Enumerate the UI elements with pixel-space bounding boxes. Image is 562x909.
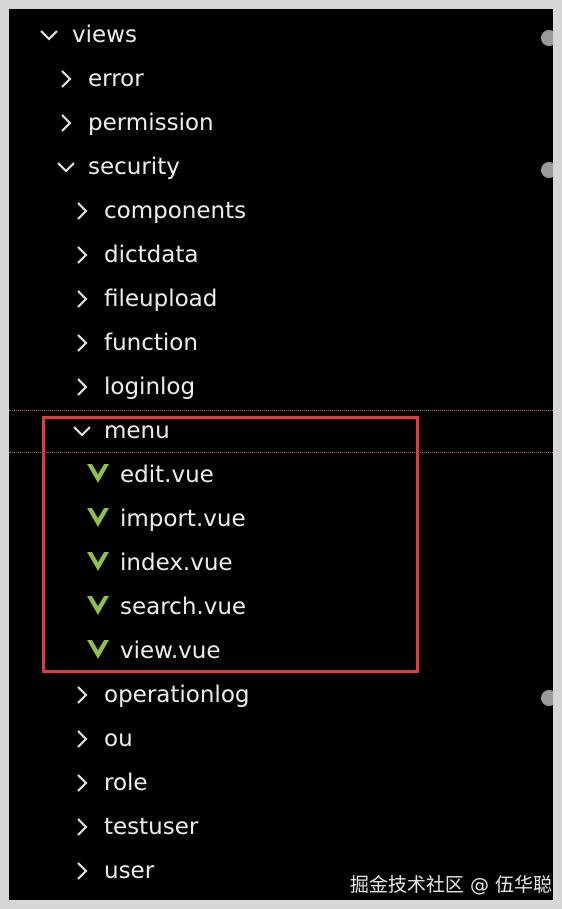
tree-folder-label: user xyxy=(104,858,155,884)
chevron-right-icon xyxy=(69,198,95,224)
chevron-right-icon xyxy=(69,726,95,752)
drop-guide-line xyxy=(9,410,553,411)
tree-folder-label: operationlog xyxy=(104,682,250,708)
chevron-down-icon xyxy=(36,22,62,48)
tree-folder-components[interactable]: components xyxy=(9,189,553,233)
tree-folder-label: error xyxy=(88,66,144,92)
tree-folder-label: views xyxy=(72,22,137,48)
tree-folder-label: dictdata xyxy=(104,242,199,268)
tree-folder-views[interactable]: views xyxy=(9,13,553,57)
tree-folder-testuser[interactable]: testuser xyxy=(9,805,553,849)
chevron-right-icon xyxy=(69,374,95,400)
tree-folder-label: loginlog xyxy=(104,374,196,400)
tree-folder-function[interactable]: function xyxy=(9,321,553,365)
file-explorer-panel: views error permission security componen… xyxy=(9,9,553,900)
tree-folder-role[interactable]: role xyxy=(9,761,553,805)
chevron-right-icon xyxy=(69,770,95,796)
modified-dot-icon xyxy=(541,162,553,178)
chevron-right-icon xyxy=(69,330,95,356)
chevron-right-icon xyxy=(53,66,79,92)
tree-folder-label: testuser xyxy=(104,814,199,840)
chevron-down-icon xyxy=(53,154,79,180)
tree-folder-label: function xyxy=(104,330,198,356)
tree-folder-label: security xyxy=(88,154,180,180)
tree-folder-permission[interactable]: permission xyxy=(9,101,553,145)
tree-folder-error[interactable]: error xyxy=(9,57,553,101)
tree-folder-security[interactable]: security xyxy=(9,145,553,189)
chevron-right-icon xyxy=(53,110,79,136)
tree-folder-label: role xyxy=(104,770,148,796)
tree-folder-fileupload[interactable]: fileupload xyxy=(9,277,553,321)
chevron-right-icon xyxy=(69,858,95,884)
tree-folder-label: components xyxy=(104,198,247,224)
chevron-right-icon xyxy=(69,242,95,268)
tree-folder-dictdata[interactable]: dictdata xyxy=(9,233,553,277)
modified-dot-icon xyxy=(541,30,553,46)
chevron-right-icon xyxy=(69,286,95,312)
modified-dot-icon xyxy=(541,690,553,706)
tree-folder-ou[interactable]: ou xyxy=(9,717,553,761)
tree-folder-label: fileupload xyxy=(104,286,218,312)
screenshot-frame: views error permission security componen… xyxy=(0,0,562,909)
highlight-box xyxy=(42,416,419,673)
tree-folder-label: permission xyxy=(88,110,214,136)
tree-folder-label: ou xyxy=(104,726,133,752)
tree-folder-loginlog[interactable]: loginlog xyxy=(9,365,553,409)
chevron-right-icon xyxy=(69,814,95,840)
tree-folder-operationlog[interactable]: operationlog xyxy=(9,673,553,717)
watermark: 掘金技术社区 @ 伍华聪 xyxy=(349,874,552,896)
chevron-right-icon xyxy=(69,682,95,708)
